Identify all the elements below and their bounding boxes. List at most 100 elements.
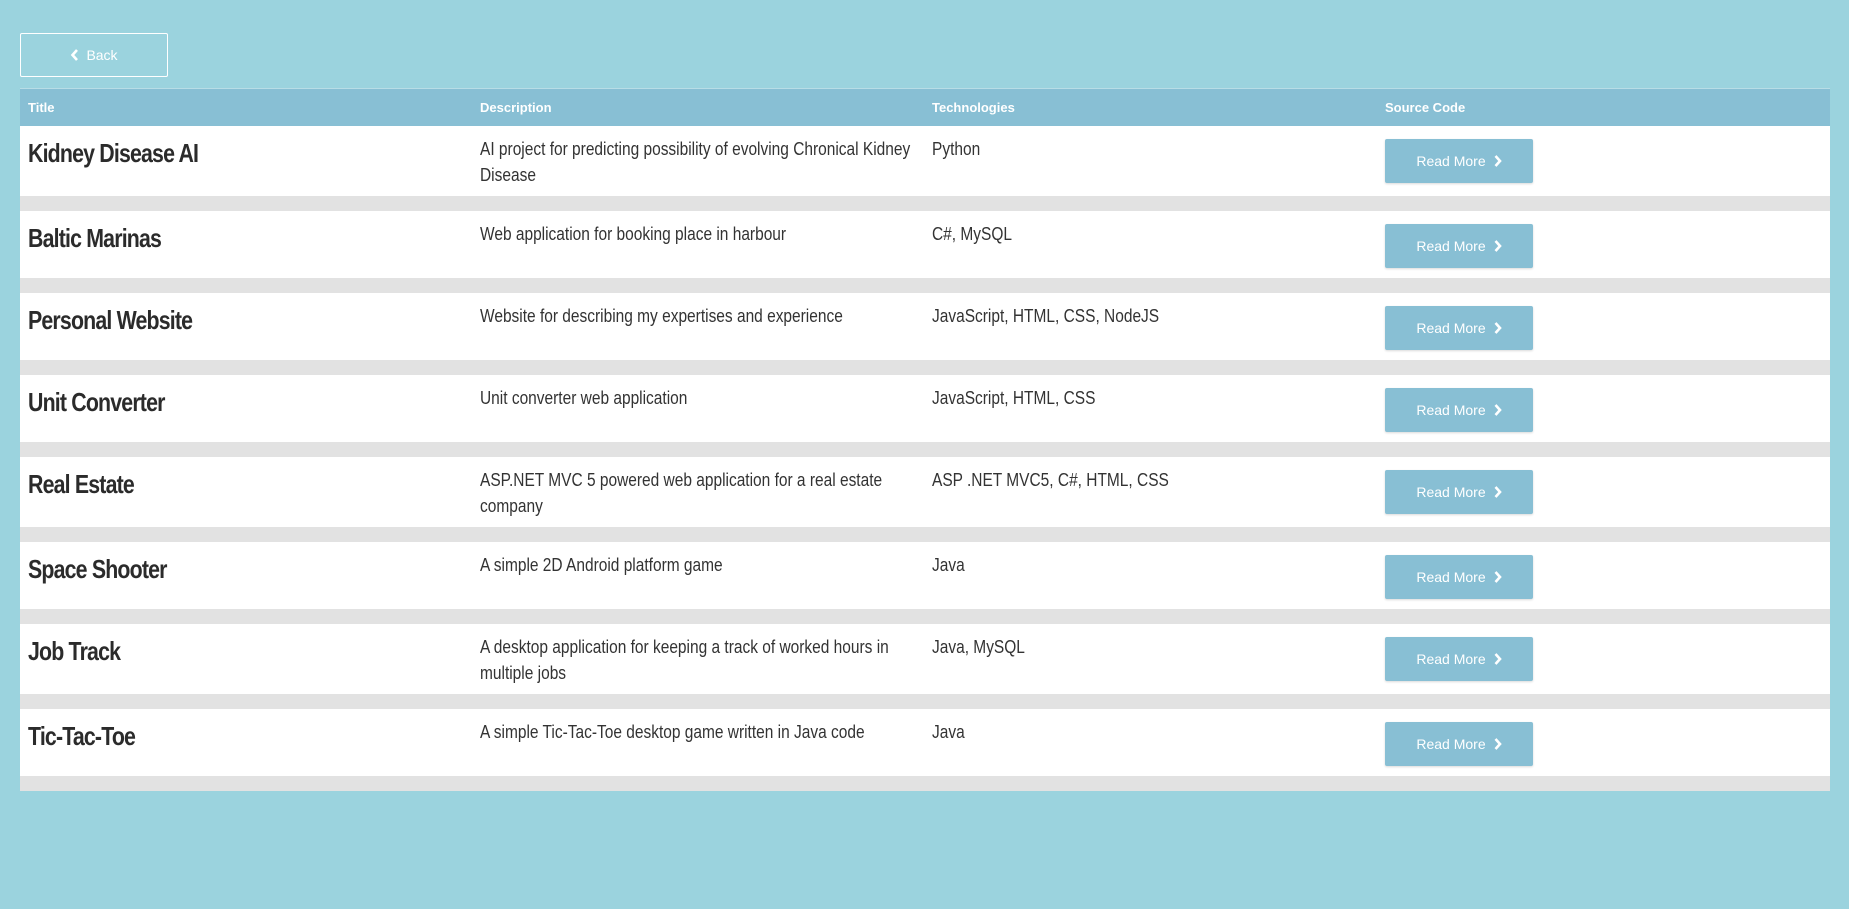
project-source-code: Read More — [1377, 374, 1830, 442]
column-header-technologies: Technologies — [924, 88, 1377, 126]
chevron-right-icon — [1493, 652, 1502, 665]
project-source-code: Read More — [1377, 623, 1830, 694]
read-more-button[interactable]: Read More — [1385, 387, 1533, 432]
project-description: A simple 2D Android platform game — [472, 541, 924, 609]
row-separator — [20, 441, 1830, 457]
project-description: Web application for booking place in har… — [472, 210, 924, 278]
project-description-text: A simple Tic-Tac-Toe desktop game writte… — [480, 721, 865, 742]
project-title: Tic-Tac-Toe — [20, 708, 472, 776]
project-technologies-text: JavaScript, HTML, CSS — [932, 387, 1096, 408]
project-technologies-text: JavaScript, HTML, CSS, NodeJS — [932, 305, 1160, 326]
project-description-text: Web application for booking place in har… — [480, 223, 787, 244]
project-title: Kidney Disease AI — [20, 125, 472, 196]
project-technologies: ASP .NET MVC5, C#, HTML, CSS — [924, 456, 1377, 527]
chevron-right-icon — [1493, 570, 1502, 583]
project-title: Space Shooter — [20, 541, 472, 609]
project-technologies: Java, MySQL — [924, 623, 1377, 694]
row-separator-cell — [20, 775, 1830, 791]
chevron-left-icon — [70, 49, 80, 61]
table-row: Baltic Marinas Web application for bookin… — [20, 210, 1830, 278]
column-header-source-code: Source Code — [1377, 88, 1830, 126]
project-technologies: Java — [924, 708, 1377, 776]
project-description: A simple Tic-Tac-Toe desktop game writte… — [472, 708, 924, 776]
read-more-button[interactable]: Read More — [1385, 138, 1533, 183]
table-row: Space Shooter A simple 2D Android platfor… — [20, 541, 1830, 609]
project-title-text: Tic-Tac-Toe — [28, 720, 136, 751]
project-description: Unit converter web application — [472, 374, 924, 442]
read-more-label: Read More — [1416, 401, 1486, 418]
project-description-text: AI project for predicting possibility of… — [480, 138, 911, 185]
project-source-code: Read More — [1377, 292, 1830, 360]
project-technologies: C#, MySQL — [924, 210, 1377, 278]
project-source-code: Read More — [1377, 708, 1830, 776]
table-row: Tic-Tac-Toe A simple Tic-Tac-Toe desktop … — [20, 708, 1830, 776]
project-title-text: Space Shooter — [28, 553, 167, 584]
table-header-row: Title Description Technologies Source Co… — [20, 88, 1830, 126]
project-technologies-text: Java — [932, 554, 965, 575]
project-title: Personal Website — [20, 292, 472, 360]
project-technologies-text: ASP .NET MVC5, C#, HTML, CSS — [932, 469, 1169, 490]
row-separator — [20, 526, 1830, 542]
read-more-label: Read More — [1416, 237, 1486, 254]
project-source-code: Read More — [1377, 210, 1830, 278]
table-row: Real Estate ASP.NET MVC 5 powered web app… — [20, 456, 1830, 527]
row-separator — [20, 195, 1830, 211]
project-technologies: Python — [924, 125, 1377, 196]
project-description: Website for describing my expertises and… — [472, 292, 924, 360]
read-more-label: Read More — [1416, 650, 1486, 667]
project-description-text: ASP.NET MVC 5 powered web application fo… — [480, 469, 883, 516]
row-separator-cell — [20, 608, 1830, 624]
project-title-text: Real Estate — [28, 468, 135, 499]
row-separator — [20, 277, 1830, 293]
project-title: Unit Converter — [20, 374, 472, 442]
read-more-label: Read More — [1416, 568, 1486, 585]
back-button[interactable]: Back — [20, 33, 168, 77]
row-separator — [20, 359, 1830, 375]
column-header-description: Description — [472, 88, 924, 126]
read-more-label: Read More — [1416, 152, 1486, 169]
project-description: AI project for predicting possibility of… — [472, 125, 924, 196]
read-more-button[interactable]: Read More — [1385, 721, 1533, 766]
read-more-button[interactable]: Read More — [1385, 469, 1533, 514]
row-separator-cell — [20, 441, 1830, 457]
read-more-button[interactable]: Read More — [1385, 305, 1533, 350]
project-source-code: Read More — [1377, 125, 1830, 196]
row-separator-cell — [20, 277, 1830, 293]
project-title: Baltic Marinas — [20, 210, 472, 278]
table-row: Personal Website Website for describing m… — [20, 292, 1830, 360]
chevron-right-icon — [1493, 737, 1502, 750]
read-more-label: Read More — [1416, 735, 1486, 752]
read-more-button[interactable]: Read More — [1385, 636, 1533, 681]
project-title: Job Track — [20, 623, 472, 694]
chevron-right-icon — [1493, 321, 1502, 334]
read-more-label: Read More — [1416, 483, 1486, 500]
row-separator-cell — [20, 359, 1830, 375]
project-technologies-text: Python — [932, 138, 981, 159]
project-technologies: JavaScript, HTML, CSS — [924, 374, 1377, 442]
project-title-text: Unit Converter — [28, 386, 165, 417]
read-more-label: Read More — [1416, 319, 1486, 336]
project-source-code: Read More — [1377, 456, 1830, 527]
row-separator — [20, 775, 1830, 791]
project-description: A desktop application for keeping a trac… — [472, 623, 924, 694]
row-separator-cell — [20, 526, 1830, 542]
project-technologies-text: Java, MySQL — [932, 636, 1025, 657]
project-description-text: Unit converter web application — [480, 387, 688, 408]
project-description-text: Website for describing my expertises and… — [480, 305, 843, 326]
chevron-right-icon — [1493, 403, 1502, 416]
table-row: Kidney Disease AI AI project for predicti… — [20, 125, 1830, 196]
project-title-text: Personal Website — [28, 304, 193, 335]
project-title: Real Estate — [20, 456, 472, 527]
project-source-code: Read More — [1377, 541, 1830, 609]
table-row: Job Track A desktop application for keepi… — [20, 623, 1830, 694]
read-more-button[interactable]: Read More — [1385, 554, 1533, 599]
project-technologies: JavaScript, HTML, CSS, NodeJS — [924, 292, 1377, 360]
chevron-right-icon — [1493, 485, 1502, 498]
project-description-text: A desktop application for keeping a trac… — [480, 636, 889, 683]
project-technologies: Java — [924, 541, 1377, 609]
project-title-text: Job Track — [28, 635, 121, 666]
read-more-button[interactable]: Read More — [1385, 223, 1533, 268]
column-header-title: Title — [20, 88, 472, 126]
chevron-right-icon — [1493, 154, 1502, 167]
table-row: Unit Converter Unit converter web applica… — [20, 374, 1830, 442]
